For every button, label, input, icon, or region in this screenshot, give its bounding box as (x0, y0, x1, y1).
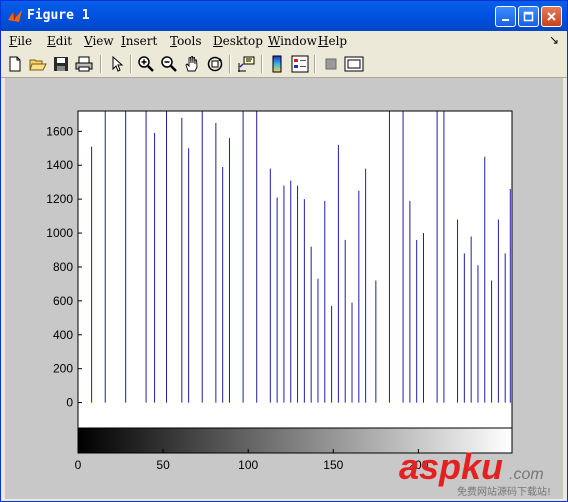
figure-window: Figure 1 File Edit View Insert Tools Des… (0, 0, 568, 502)
toolbar-separator (314, 55, 316, 73)
print-icon (75, 56, 93, 72)
toolbar-separator (261, 55, 263, 73)
pan-button[interactable] (182, 54, 202, 74)
data-cursor-button[interactable] (236, 54, 256, 74)
x-tick-label: 0 (75, 458, 82, 472)
zoom-out-icon (161, 56, 177, 72)
y-tick-label: 1400 (46, 158, 73, 172)
hide-plot-tools-button[interactable] (321, 54, 341, 74)
figure-toolbar (1, 51, 567, 78)
x-tick-label: 50 (156, 458, 170, 472)
zoom-in-button[interactable] (136, 54, 156, 74)
figure-canvas[interactable]: 0 200 400 600 800 1000 1200 1400 1600 0 50 100 150 2… (5, 78, 563, 499)
data-cursor-icon (238, 56, 255, 72)
watermark-suffix: .com (509, 466, 544, 483)
y-tick-label: 0 (66, 396, 73, 410)
zoom-in-icon (138, 56, 154, 72)
show-plot-tools-button[interactable] (344, 54, 364, 74)
title-bar[interactable]: Figure 1 (1, 1, 567, 31)
x-tick-label: 100 (238, 458, 258, 472)
maximize-icon (523, 11, 534, 22)
menu-help[interactable]: Help (318, 34, 347, 48)
edit-plot-button[interactable] (107, 54, 127, 74)
toolbar-separator (130, 55, 132, 73)
insert-colorbar-icon (272, 55, 282, 73)
print-button[interactable] (74, 54, 94, 74)
menu-edit[interactable]: Edit (47, 34, 72, 48)
aspku-watermark: aspku .com 免费网站源码下载站! (399, 446, 551, 498)
menu-file[interactable]: File (9, 34, 32, 48)
stem-histogram-chart: 02004006008001000120014001600 0 50 100 150 2… (46, 110, 513, 472)
insert-colorbar-button[interactable] (267, 54, 287, 74)
show-plot-tools-icon (344, 56, 364, 72)
pan-hand-icon (185, 55, 198, 72)
insert-legend-button[interactable] (290, 54, 310, 74)
window-title: Figure 1 (27, 8, 90, 23)
edit-plot-arrow-icon (112, 56, 124, 72)
menu-view[interactable]: View (84, 34, 114, 48)
open-file-button[interactable] (28, 54, 48, 74)
maximize-button[interactable] (518, 6, 539, 27)
plot-area (78, 111, 512, 428)
watermark-subtitle: 免费网站源码下载站! (457, 485, 551, 498)
menu-insert[interactable]: Insert (121, 34, 157, 48)
dock-figure-arrow[interactable]: ↘ (549, 33, 559, 47)
y-tick-label: 800 (53, 260, 73, 274)
save-button[interactable] (51, 54, 71, 74)
minimize-icon (502, 19, 509, 21)
menu-bar: File Edit View Insert Tools Desktop Wind… (1, 31, 567, 52)
toolbar-separator (229, 55, 231, 73)
menu-tools[interactable]: Tools (170, 34, 202, 48)
rotate-3d-button[interactable] (205, 54, 225, 74)
save-icon (54, 57, 68, 71)
y-tick-label: 1600 (46, 124, 73, 138)
zoom-out-button[interactable] (159, 54, 179, 74)
toolbar-separator (100, 55, 102, 73)
hide-plot-tools-icon (325, 58, 337, 70)
rotate-3d-icon (207, 56, 223, 72)
open-file-icon (29, 59, 47, 71)
close-button[interactable] (541, 6, 562, 27)
watermark-main: aspku (399, 446, 503, 487)
insert-legend-icon (291, 55, 309, 73)
menu-window[interactable]: Window (268, 34, 317, 48)
matlab-logo-icon (8, 10, 22, 22)
minimize-button[interactable] (495, 6, 516, 27)
y-tick-label: 600 (53, 294, 73, 308)
y-tick-label: 400 (53, 328, 73, 342)
y-tick-label: 200 (53, 362, 73, 376)
new-figure-button[interactable] (5, 54, 25, 74)
new-figure-icon (9, 56, 21, 72)
close-icon (547, 12, 556, 21)
y-tick-label: 1200 (46, 192, 73, 206)
x-tick-label: 150 (323, 458, 343, 472)
y-tick-label: 1000 (46, 226, 73, 240)
menu-desktop[interactable]: Desktop (213, 34, 263, 48)
